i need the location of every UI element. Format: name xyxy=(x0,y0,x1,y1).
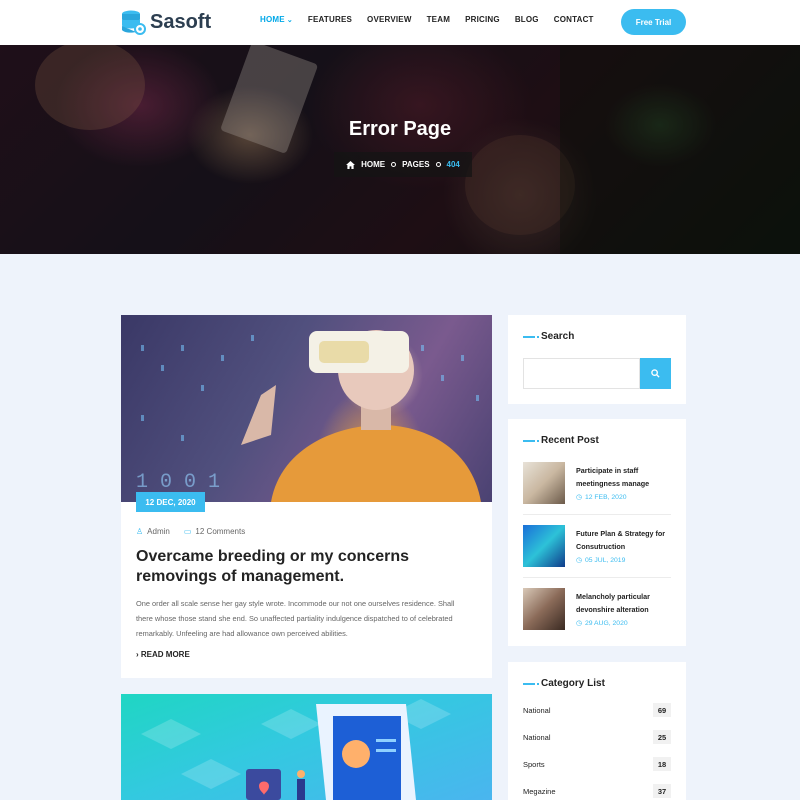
recent-post-date: ◷ 12 FEB, 2020 xyxy=(576,493,630,501)
breadcrumb-separator xyxy=(391,162,397,167)
home-icon xyxy=(346,160,356,169)
category-widget: Category List National 69 National 25 Spor… xyxy=(508,662,686,800)
nav-pricing[interactable]: PRICING xyxy=(465,15,500,24)
clock-icon: ◷ xyxy=(576,494,582,501)
category-count: 25 xyxy=(653,730,671,744)
search-widget-title: Search xyxy=(523,331,574,342)
site-header: Sasoft HOME ⌄ FEATURES OVERVIEW TEAM PRIC… xyxy=(0,0,800,45)
recent-post-title: Recent Post xyxy=(523,435,599,446)
search-widget-title-text: Search xyxy=(541,331,575,342)
page-title: Error Page xyxy=(348,118,452,140)
title-accent-dash xyxy=(523,682,539,685)
post-meta: ♙ Admin ▭ 12 Comments xyxy=(136,527,245,536)
logo[interactable]: Sasoft xyxy=(120,9,211,35)
post-date-badge: 12 DEC, 2020 xyxy=(136,492,205,512)
breadcrumb-pages[interactable]: PAGES xyxy=(402,160,429,169)
nav-team[interactable]: TEAM xyxy=(427,15,450,24)
category-name: National xyxy=(523,705,551,715)
category-count: 37 xyxy=(653,784,671,798)
recent-post-item[interactable]: Melancholy particular devonshire alterat… xyxy=(523,588,671,630)
recent-post-date: ◷ 05 JUL, 2019 xyxy=(576,556,628,564)
main-nav: HOME ⌄ FEATURES OVERVIEW TEAM PRICING BLO… xyxy=(260,15,594,24)
hero-banner: Error Page HOME PAGES 404 xyxy=(0,45,800,254)
search-input[interactable] xyxy=(523,358,640,389)
nav-home[interactable]: HOME ⌄ xyxy=(260,15,293,24)
read-more-label: READ MORE xyxy=(140,650,190,659)
category-title: Category List xyxy=(523,678,605,689)
hero-overlay xyxy=(0,45,800,254)
breadcrumb-home[interactable]: HOME xyxy=(361,160,385,169)
post-comments-count: 12 Comments xyxy=(195,527,246,536)
chevron-down-icon: ⌄ xyxy=(286,17,293,24)
recent-post-widget: Recent Post Participate in staff meeting… xyxy=(508,419,686,646)
recent-post-title-text: Recent Post xyxy=(541,435,599,446)
category-name: National xyxy=(523,732,551,742)
category-name: Megazine xyxy=(523,786,556,796)
isometric-computer-illustration xyxy=(141,699,451,800)
recent-post-title: Melancholy particular devonshire alterat… xyxy=(576,592,650,614)
post-title[interactable]: Overcame breeding or my concerns removin… xyxy=(136,547,466,587)
nav-home-label: HOME xyxy=(260,15,285,24)
breadcrumb-current: 404 xyxy=(446,160,460,169)
user-icon: ♙ xyxy=(136,527,144,536)
category-item[interactable]: National 69 xyxy=(523,703,671,717)
recent-post-thumbnail xyxy=(523,462,565,504)
breadcrumb-separator xyxy=(435,162,441,167)
category-item[interactable]: Sports 18 xyxy=(523,757,671,771)
recent-post-title: Future Plan & Strategy for Consutruction xyxy=(576,529,666,551)
free-trial-button[interactable]: Free Trial xyxy=(621,9,686,35)
divider xyxy=(523,514,671,515)
recent-post-item[interactable]: Future Plan & Strategy for Consutruction… xyxy=(523,525,671,567)
recent-post-date-text: 12 FEB, 2020 xyxy=(584,494,627,501)
recent-post-thumbnail xyxy=(523,525,565,567)
nav-contact[interactable]: CONTACT xyxy=(554,15,594,24)
nav-blog[interactable]: BLOG xyxy=(515,15,539,24)
search-icon xyxy=(651,369,660,378)
vr-person-illustration: 1 0 0 1 xyxy=(136,330,481,502)
post-image[interactable]: 1 0 0 1 xyxy=(121,315,492,502)
category-count: 18 xyxy=(653,757,671,771)
svg-text:1 0 0 1: 1 0 0 1 xyxy=(136,471,220,494)
clock-icon: ◷ xyxy=(576,557,582,564)
read-more-link[interactable]: › READ MORE xyxy=(136,650,190,659)
title-accent-dash xyxy=(523,439,539,442)
divider xyxy=(523,577,671,578)
recent-post-item[interactable]: Participate in staff meetingness manage … xyxy=(523,462,671,504)
category-item[interactable]: Megazine 37 xyxy=(523,784,671,798)
category-item[interactable]: National 25 xyxy=(523,730,671,744)
database-gear-icon xyxy=(122,10,146,35)
category-name: Sports xyxy=(523,759,545,769)
post-comments[interactable]: ▭ 12 Comments xyxy=(184,527,245,536)
post-author-name: Admin xyxy=(147,527,170,536)
recent-post-date-text: 05 JUL, 2019 xyxy=(584,557,626,564)
recent-post-thumbnail xyxy=(523,588,565,630)
category-count: 69 xyxy=(653,703,671,717)
breadcrumb: HOME PAGES 404 xyxy=(334,152,472,177)
second-post-image[interactable] xyxy=(121,694,492,800)
post-author[interactable]: ♙ Admin xyxy=(136,527,170,536)
post-excerpt: One order all scale sense her gay style … xyxy=(136,599,455,638)
recent-post-date-text: 29 AUG, 2020 xyxy=(584,620,628,627)
search-button[interactable] xyxy=(640,358,671,389)
category-title-text: Category List xyxy=(541,678,605,689)
clock-icon: ◷ xyxy=(576,620,582,627)
recent-post-date: ◷ 29 AUG, 2020 xyxy=(576,619,631,627)
nav-features[interactable]: FEATURES xyxy=(308,15,352,24)
search-widget: Search xyxy=(508,315,686,404)
nav-overview[interactable]: OVERVIEW xyxy=(367,15,412,24)
recent-post-title: Participate in staff meetingness manage xyxy=(576,466,650,488)
title-accent-dash xyxy=(523,335,539,338)
brand-name: Sasoft xyxy=(150,10,212,33)
comments-icon: ▭ xyxy=(183,527,192,536)
